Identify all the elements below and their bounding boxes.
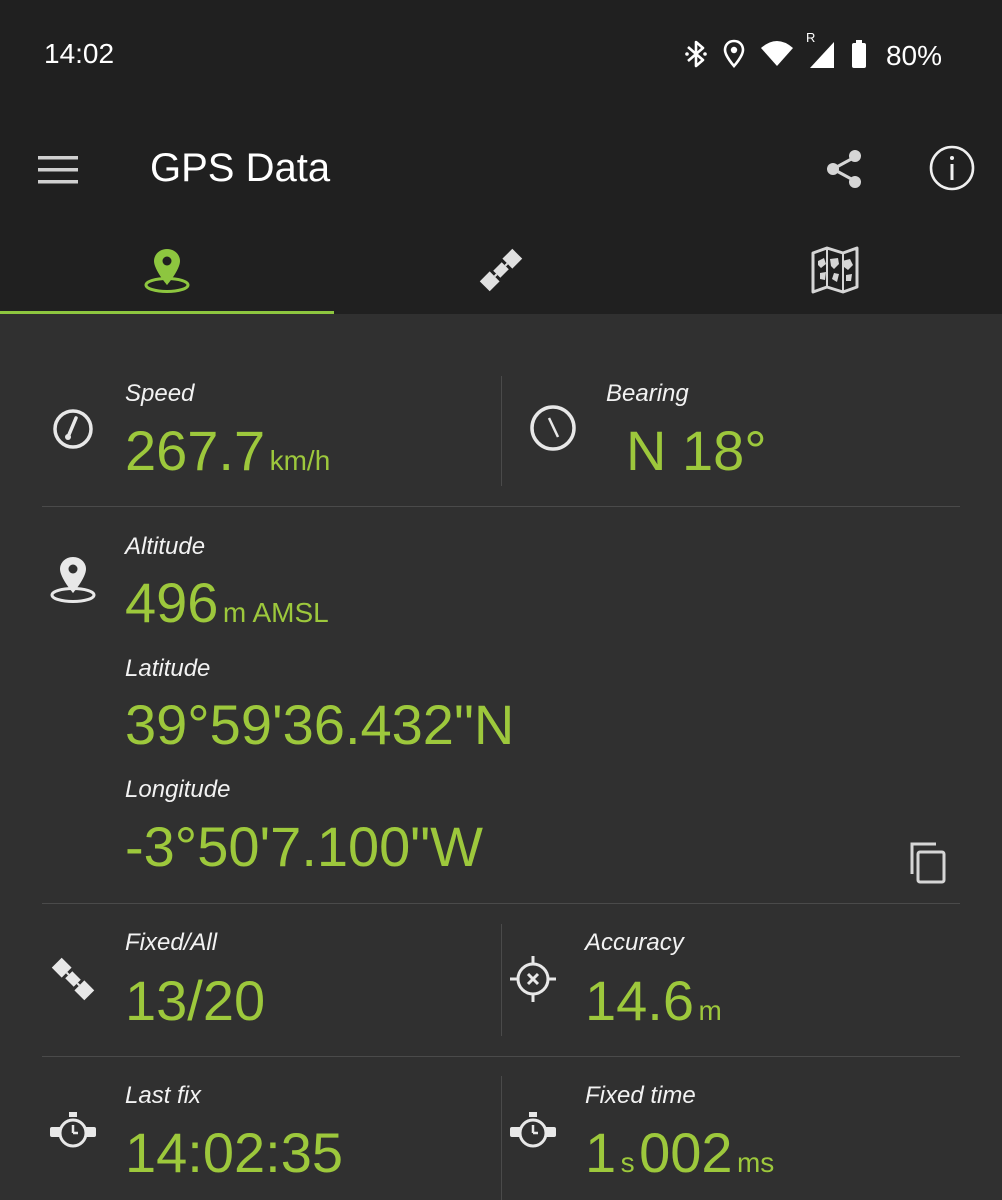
hamburger-menu-icon[interactable] [36,150,80,190]
signal-icon: R [806,30,836,75]
column-divider [501,1076,502,1200]
compass-icon [528,403,578,453]
altitude-unit: m AMSL [222,597,329,628]
column-divider [501,376,502,486]
roaming-indicator: R [805,29,816,45]
accuracy-value: 14.6 m [585,968,722,1033]
row-divider [42,506,960,507]
fixed-time-label: Fixed time [585,1082,696,1109]
tab-location[interactable] [0,230,334,314]
accuracy-number: 14.6 [585,969,694,1032]
share-icon[interactable] [822,146,868,192]
row-divider [42,1056,960,1057]
longitude-value: -3°50'7.100"W [125,815,484,878]
status-bar: 14:02 R 80% [0,0,1002,110]
fixed-all-label: Fixed/All [125,929,218,956]
longitude-label: Longitude [125,776,231,803]
row-divider [42,903,960,904]
fixed-all-value: 13/20 [125,969,266,1032]
page-title: GPS Data [150,146,331,190]
info-icon[interactable] [928,144,976,192]
satellite-icon [48,954,98,1004]
satellite-icon [476,245,526,300]
status-icons: R 80% [684,30,942,76]
tab-map[interactable] [668,230,1002,314]
gps-data-panel: Speed 267.7 km/h Bearing N 18° Altitude … [0,314,1002,1200]
speed-unit: km/h [269,445,331,476]
bearing-value: N 18° [626,419,767,482]
status-time: 14:02 [44,38,115,69]
altitude-label: Altitude [125,533,206,560]
tab-bar [0,230,1002,314]
speed-number: 267.7 [125,419,266,482]
altitude-value: 496 m AMSL [125,570,329,635]
fixed-time-seconds: 1 [585,1121,617,1184]
latitude-label: Latitude [125,655,211,682]
fixed-time-millis-unit: ms [736,1147,775,1178]
tab-satellites[interactable] [334,230,668,314]
wifi-icon [760,38,794,75]
accuracy-label: Accuracy [585,929,684,956]
latitude-value: 39°59'36.432"N [125,693,515,756]
altitude-number: 496 [125,571,219,634]
fixed-time-value: 1 s 002 ms [585,1120,774,1185]
app-bar: GPS Data [0,110,1002,230]
speed-value: 267.7 km/h [125,418,330,483]
battery-percent: 80% [885,40,942,71]
stopwatch-icon [508,1106,558,1156]
location-pin-icon [48,554,98,604]
bluetooth-icon [684,38,708,75]
last-fix-value: 14:02:35 [125,1121,343,1184]
battery-icon [850,38,868,75]
stopwatch-icon [48,1106,98,1156]
accuracy-unit: m [698,995,722,1026]
speedometer-icon [48,404,98,454]
crosshair-icon [508,954,558,1004]
last-fix-label: Last fix [125,1082,202,1109]
world-map-icon [810,245,860,300]
bearing-label: Bearing [606,380,689,407]
copy-icon[interactable] [906,840,952,886]
column-divider [501,924,502,1036]
location-pin-icon [142,245,192,300]
fixed-time-millis: 002 [639,1121,733,1184]
speed-label: Speed [125,380,195,407]
fixed-time-seconds-unit: s [620,1147,635,1178]
location-icon [722,38,746,75]
